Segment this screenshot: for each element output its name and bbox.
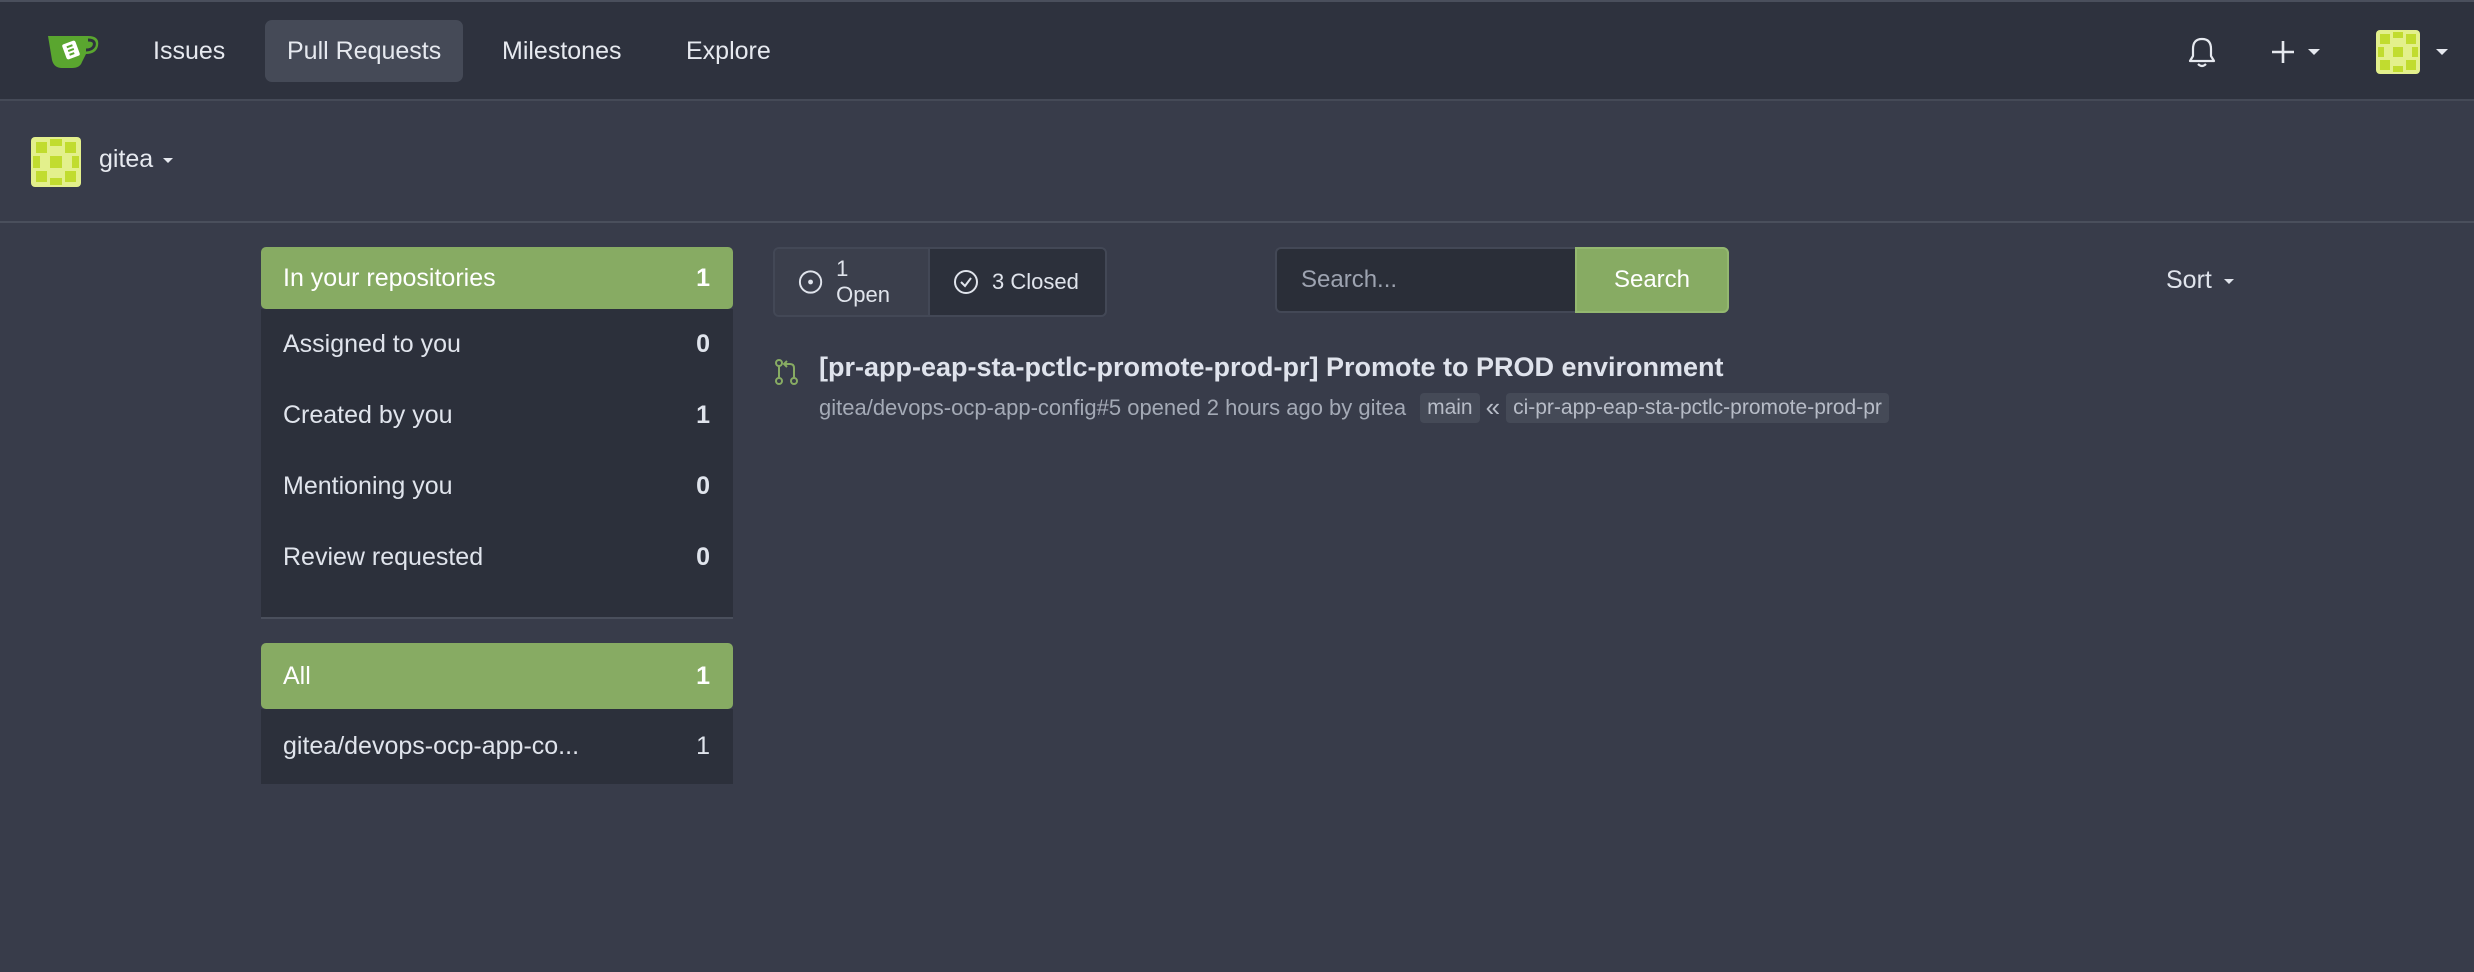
user-avatar-menu[interactable]: [2376, 30, 2456, 74]
head-branch-label[interactable]: ci-pr-app-eap-sta-pctlc-promote-prod-pr: [1506, 392, 1889, 423]
filter-review-requested[interactable]: Review requested 0: [261, 522, 733, 593]
nav-milestones[interactable]: Milestones: [480, 20, 644, 82]
pr-state-toggle: 1 Open 3 Closed: [773, 247, 1107, 317]
merge-direction-icon: «: [1485, 392, 1501, 422]
repo-filter-all[interactable]: All 1: [261, 643, 733, 709]
context-user-dropdown[interactable]: gitea: [99, 145, 175, 174]
filter-label: In your repositories: [283, 263, 496, 292]
repo-filter-item[interactable]: gitea/devops-ocp-app-co... 1: [261, 709, 733, 784]
pull-request-meta: gitea/devops-ocp-app-config#5 opened 2 h…: [819, 392, 1889, 423]
pull-request-icon: [775, 359, 798, 385]
sidebar-divider: [261, 593, 733, 619]
repo-count: 1: [696, 732, 710, 760]
pull-request-title-link[interactable]: [pr-app-eap-sta-pctlc-promote-prod-pr] P…: [819, 352, 1724, 383]
create-new-dropdown[interactable]: [2270, 38, 2326, 66]
filter-count: 1: [696, 263, 710, 292]
filter-mentioning-you[interactable]: Mentioning you 0: [261, 451, 733, 522]
sort-dropdown[interactable]: Sort: [2166, 266, 2236, 295]
filter-label: Created by you: [283, 401, 453, 429]
filter-in-your-repositories[interactable]: In your repositories 1: [261, 247, 733, 309]
repo-label: All: [283, 661, 311, 690]
nav-pull-requests[interactable]: Pull Requests: [265, 20, 464, 82]
search-button[interactable]: Search: [1575, 247, 1729, 313]
pull-request-meta-text[interactable]: gitea/devops-ocp-app-config#5 opened 2 h…: [819, 395, 1406, 421]
caret-down-icon: [2223, 278, 2234, 284]
repo-count: 1: [696, 661, 710, 690]
filter-sidebar: In your repositories 1 Assigned to you 0…: [261, 247, 733, 784]
search-input[interactable]: [1275, 247, 1575, 313]
nav-issues[interactable]: Issues: [131, 20, 247, 82]
filter-count: 0: [696, 543, 710, 571]
check-circle-icon: [954, 270, 978, 294]
caret-down-icon: [163, 157, 174, 163]
repo-filter-list: All 1 gitea/devops-ocp-app-co... 1: [261, 643, 733, 784]
gitea-logo-icon[interactable]: [44, 28, 102, 70]
filter-created-by-you[interactable]: Created by you 1: [261, 380, 733, 451]
context-user-name: gitea: [99, 145, 154, 173]
context-switcher-bar: gitea: [0, 101, 2474, 223]
filter-label: Mentioning you: [283, 472, 453, 500]
filter-count: 0: [696, 330, 710, 358]
bell-icon[interactable]: [2187, 36, 2217, 68]
filter-count: 1: [696, 401, 710, 429]
top-navbar: Issues Pull Requests Milestones Explore: [0, 0, 2474, 101]
filter-count: 0: [696, 472, 710, 500]
closed-count-label: 3 Closed: [992, 269, 1079, 294]
filter-assigned-to-you[interactable]: Assigned to you 0: [261, 309, 733, 380]
sort-label: Sort: [2166, 266, 2212, 294]
filter-label: Review requested: [283, 543, 484, 571]
open-count-label: 1 Open: [836, 256, 890, 307]
open-issue-icon: [798, 270, 823, 294]
base-branch-label[interactable]: main: [1420, 392, 1480, 423]
filter-label: Assigned to you: [283, 330, 461, 358]
closed-pr-button[interactable]: 3 Closed: [928, 249, 1105, 315]
avatar: [31, 137, 81, 187]
nav-explore[interactable]: Explore: [664, 20, 793, 82]
open-pr-button[interactable]: 1 Open: [775, 249, 928, 315]
repo-label: gitea/devops-ocp-app-co...: [283, 732, 580, 760]
